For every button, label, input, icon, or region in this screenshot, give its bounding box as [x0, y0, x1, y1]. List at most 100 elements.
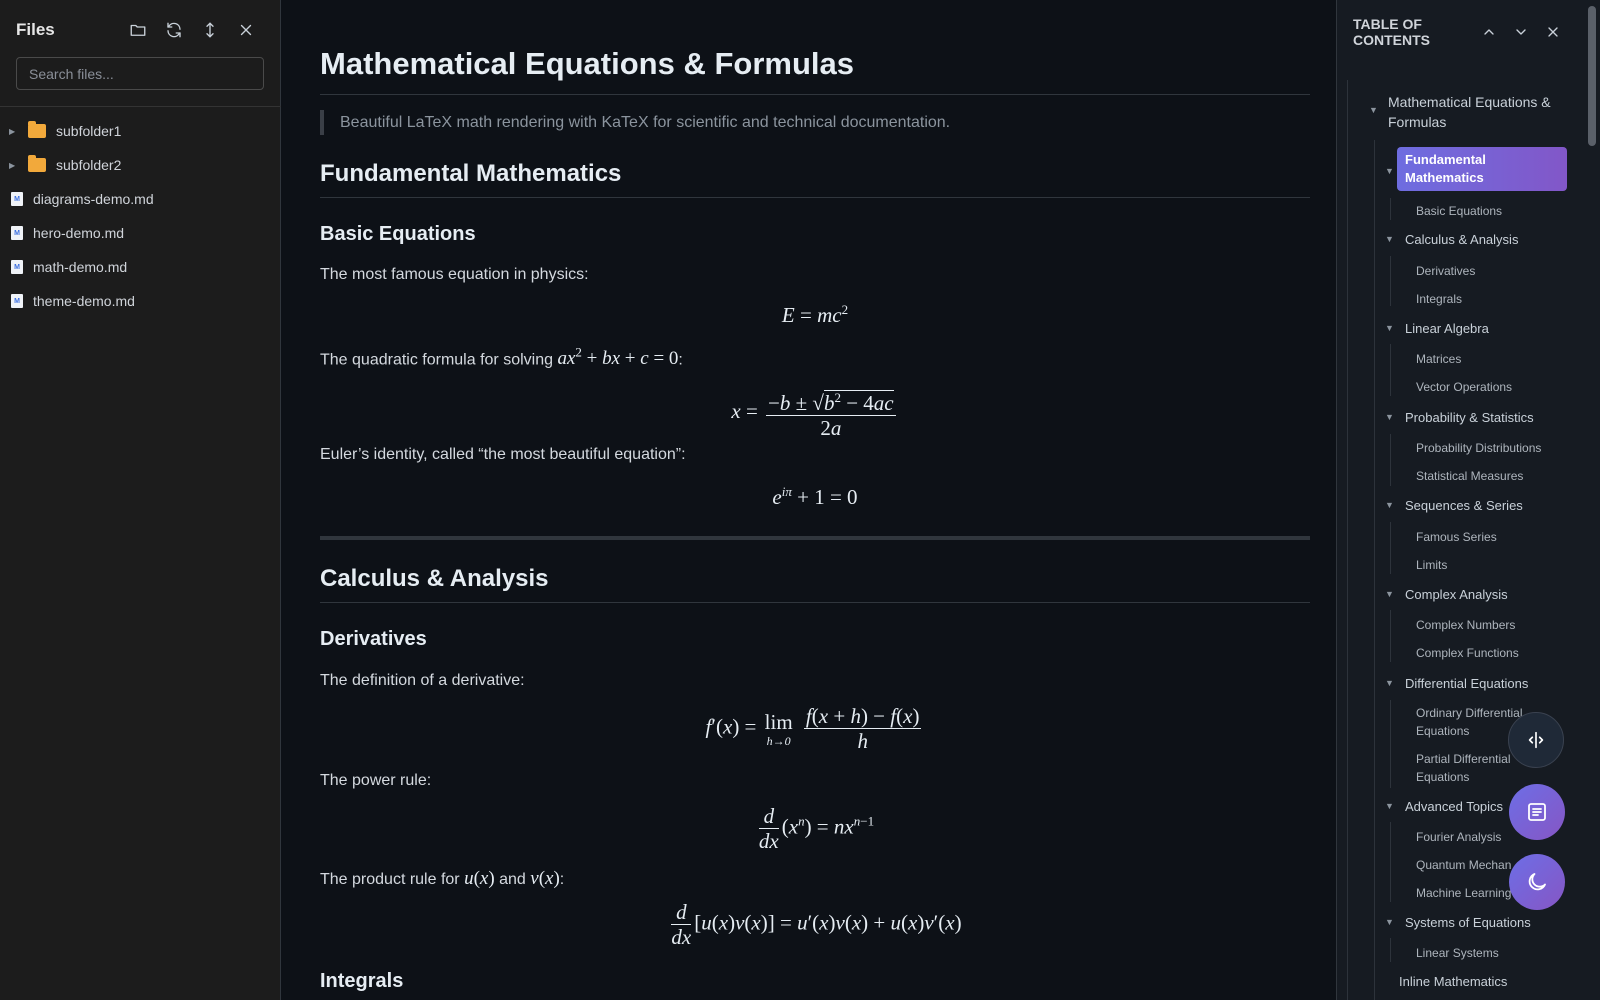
punctuation: : — [678, 351, 683, 369]
paragraph: The most famous equation in physics: — [320, 266, 589, 283]
chevron-up-icon[interactable] — [1473, 16, 1505, 48]
toc-subitem[interactable]: Linear Systems — [1416, 944, 1499, 962]
caret-down-icon[interactable]: ▼ — [1385, 166, 1394, 176]
paragraph: The definition of a derivative: — [320, 672, 525, 689]
expand-collapse-icon[interactable] — [192, 15, 228, 45]
chevron-right-icon[interactable]: ▶ — [9, 161, 23, 170]
chevron-right-icon[interactable]: ▶ — [9, 127, 23, 136]
refresh-icon[interactable] — [156, 15, 192, 45]
toc-item[interactable]: Systems of Equations — [1405, 914, 1531, 932]
tree-file-theme-demo[interactable]: M theme-demo.md — [0, 284, 280, 318]
equation-quadratic-formula: x = −b ± √b2 − 4ac 2a — [320, 386, 1310, 440]
new-folder-icon[interactable] — [120, 15, 156, 45]
caret-down-icon[interactable]: ▼ — [1385, 234, 1394, 244]
toc-item-root[interactable]: Mathematical Equations & Formulas — [1388, 92, 1568, 132]
toc-subitem[interactable]: Probability Distributions — [1416, 439, 1541, 457]
toc-subitem[interactable]: Quantum Mechanics — [1416, 856, 1512, 874]
tree-folder-subfolder2[interactable]: ▶ subfolder2 — [0, 148, 280, 182]
toc-item[interactable]: Inline Mathematics — [1399, 973, 1507, 991]
toc-header: TABLE OF CONTENTS — [1353, 16, 1573, 48]
paragraph-text: The quadratic formula for solving — [320, 351, 558, 369]
equation-product-rule: d dx [u(x)v(x)] = u′(x)v(x) + u(x)v′(x) — [671, 900, 962, 949]
file-tree: ▶ subfolder1 ▶ subfolder2 M diagrams-dem… — [0, 114, 280, 318]
inline-math: u(x) — [464, 868, 495, 889]
tree-file-hero-demo[interactable]: M hero-demo.md — [0, 216, 280, 250]
caret-down-icon[interactable]: ▼ — [1385, 917, 1394, 927]
divider — [320, 197, 1310, 198]
paragraph-text: and — [494, 871, 531, 888]
toc-item[interactable]: Probability & Statistics — [1405, 409, 1534, 427]
toc-title: TABLE OF CONTENTS — [1353, 16, 1430, 48]
toc-subitem[interactable]: Statistical Measures — [1416, 467, 1523, 485]
toc-subitem[interactable]: Vector Operations — [1416, 378, 1512, 396]
search-input[interactable] — [16, 57, 264, 90]
punctuation: : — [559, 871, 565, 888]
toc-item[interactable]: Complex Analysis — [1405, 586, 1508, 604]
tree-folder-subfolder1[interactable]: ▶ subfolder1 — [0, 114, 280, 148]
chevron-down-icon[interactable] — [1505, 16, 1537, 48]
close-icon[interactable] — [1537, 16, 1569, 48]
divider — [320, 94, 1310, 95]
caret-down-icon[interactable]: ▼ — [1385, 589, 1394, 599]
toc-subitem[interactable]: Complex Functions — [1416, 644, 1519, 662]
tree-guide — [1390, 938, 1391, 962]
toggle-toc-button[interactable] — [1509, 784, 1565, 840]
caret-down-icon[interactable]: ▼ — [1385, 678, 1394, 688]
tree-guide — [1390, 522, 1391, 574]
toc-subitem[interactable]: Limits — [1416, 556, 1447, 574]
tree-item-label: subfolder1 — [56, 123, 122, 139]
close-icon[interactable] — [228, 15, 264, 45]
scrollbar[interactable] — [1584, 0, 1600, 1000]
caret-down-icon[interactable]: ▼ — [1385, 801, 1394, 811]
toc-subitem[interactable]: Machine Learning — [1416, 884, 1511, 902]
toc-subitem[interactable]: Fourier Analysis — [1416, 828, 1501, 846]
tree-item-label: hero-demo.md — [33, 225, 125, 241]
markdown-file-icon: M — [11, 294, 23, 308]
caret-down-icon[interactable]: ▼ — [1385, 500, 1394, 510]
equation-power-rule: d dx (xn) = nxn−1 — [758, 804, 875, 853]
heading-fundamental-mathematics: Fundamental Mathematics — [320, 160, 622, 187]
toc-subitem[interactable]: Matrices — [1416, 350, 1461, 368]
toc-subitem[interactable]: Complex Numbers — [1416, 616, 1515, 634]
tree-item-label: diagrams-demo.md — [33, 191, 154, 207]
paragraph: Euler’s identity, called “the most beaut… — [320, 446, 686, 463]
tree-guide — [1390, 822, 1391, 902]
toc-item[interactable]: Linear Algebra — [1405, 320, 1489, 338]
fraction: d dx — [671, 900, 692, 949]
tree-file-diagrams-demo[interactable]: M diagrams-demo.md — [0, 182, 280, 216]
moon-icon — [1528, 873, 1546, 891]
paragraph-text: The product rule for — [320, 871, 465, 888]
toc-subitem[interactable]: Basic Equations — [1416, 202, 1502, 220]
tree-guide — [1390, 434, 1391, 486]
theme-toggle-button[interactable] — [1509, 854, 1565, 910]
toc-item[interactable]: Calculus & Analysis — [1405, 231, 1518, 249]
toc-item[interactable]: Differential Equations — [1405, 675, 1528, 693]
toc-item-active[interactable]: Fundamental Mathematics — [1397, 147, 1567, 191]
split-view-button[interactable] — [1508, 712, 1564, 768]
tree-guide — [1390, 700, 1391, 788]
fraction: d dx — [758, 804, 779, 853]
table-of-contents: TABLE OF CONTENTS ▼ Mathematical Equatio… — [1336, 0, 1584, 1000]
heading-integrals: Integrals — [320, 970, 404, 992]
tree-file-math-demo[interactable]: M math-demo.md — [0, 250, 280, 284]
markdown-file-icon: M — [11, 226, 23, 240]
tree-item-label: theme-demo.md — [33, 293, 135, 309]
file-sidebar-title: Files — [16, 20, 55, 39]
equation-euler-identity: eiπ + 1 = 0 — [772, 484, 858, 509]
scrollbar-thumb[interactable] — [1588, 6, 1596, 146]
inline-math: ax2 + bx + c = 0 — [557, 345, 679, 370]
folder-icon — [28, 155, 46, 172]
file-sidebar-header: Files — [0, 0, 280, 60]
caret-down-icon[interactable]: ▼ — [1385, 412, 1394, 422]
toc-item[interactable]: Advanced Topics — [1405, 798, 1503, 816]
caret-down-icon[interactable]: ▼ — [1385, 323, 1394, 333]
tree-guide — [1390, 256, 1391, 306]
caret-down-icon[interactable]: ▼ — [1369, 105, 1378, 115]
document-view: Mathematical Equations & Formulas Beauti… — [282, 0, 1336, 1000]
toc-item[interactable]: Sequences & Series — [1405, 497, 1523, 515]
toc-subitem[interactable]: Derivatives — [1416, 262, 1475, 280]
divider — [320, 602, 1310, 603]
toc-subitem[interactable]: Famous Series — [1416, 528, 1497, 546]
toc-subitem[interactable]: Integrals — [1416, 290, 1462, 308]
list-icon — [1528, 803, 1546, 821]
